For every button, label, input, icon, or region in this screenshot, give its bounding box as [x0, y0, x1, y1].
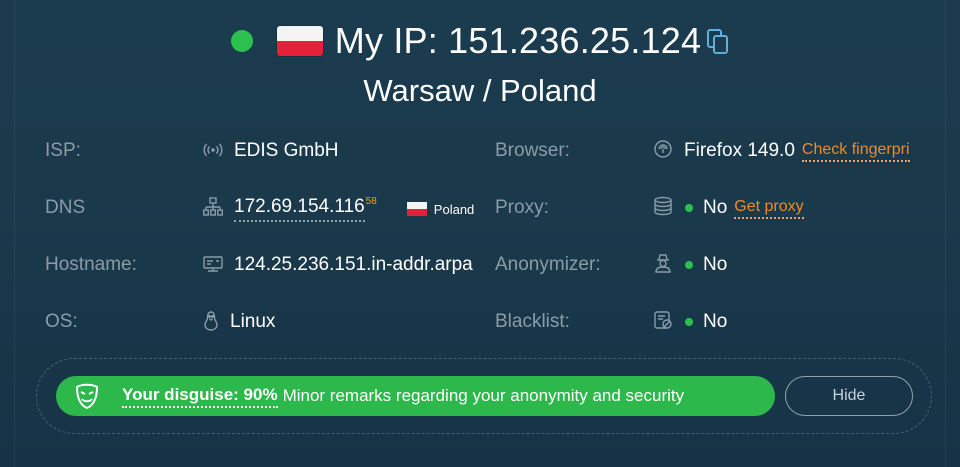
ip-title: My IP: 151.236.25.124	[334, 20, 702, 61]
hostname-label: Hostname:	[45, 254, 137, 275]
online-status-dot	[230, 30, 253, 52]
browser-value: Firefox 149.0	[684, 140, 795, 161]
fingerprint-icon	[652, 138, 674, 160]
server-icon	[202, 253, 224, 275]
os-label: OS:	[45, 311, 78, 332]
proxy-status-dot	[685, 204, 693, 212]
poland-flag-icon	[276, 26, 323, 56]
dns-value[interactable]: 172.69.154.116	[234, 196, 365, 222]
signal-icon	[202, 139, 224, 161]
disguise-bar: Your disguise: 90% Minor remarks regardi…	[56, 376, 775, 416]
blacklist-label: Blacklist:	[495, 311, 570, 332]
disguise-score[interactable]: Your disguise: 90%	[122, 385, 278, 408]
dns-count-badge: 58	[365, 195, 377, 207]
dns-poland-flag-icon	[406, 202, 427, 216]
disguise-message: Minor remarks regarding your anonymity a…	[282, 386, 685, 405]
dns-label: DNS	[45, 197, 86, 218]
hostname-value: 124.25.236.151.in-addr.arpa	[234, 254, 473, 275]
isp-value: EDIS GmbH	[234, 140, 339, 161]
anonymizer-value-group: No	[685, 254, 727, 276]
ip-header: My IP: 151.236.25.124	[0, 20, 960, 62]
blacklist-value-group: No	[685, 311, 727, 333]
hide-button[interactable]: Hide	[785, 376, 913, 416]
network-icon	[202, 196, 224, 218]
proxy-value-group: No Get proxy	[685, 197, 804, 219]
mask-icon	[72, 381, 102, 411]
linux-icon	[200, 310, 222, 332]
check-fingerprint-link[interactable]: Check fingerpri	[801, 141, 910, 162]
spy-icon	[652, 252, 674, 274]
anonymizer-status-dot	[685, 261, 693, 269]
database-icon	[652, 195, 674, 217]
browser-value-group: Firefox 149.0 Check fingerpri	[684, 140, 910, 162]
copy-icon[interactable]	[707, 28, 729, 60]
isp-label: ISP:	[45, 140, 81, 161]
anonymizer-value: No	[703, 254, 728, 275]
os-value: Linux	[230, 311, 276, 332]
get-proxy-link[interactable]: Get proxy	[734, 198, 804, 219]
blacklist-status-dot	[685, 318, 693, 326]
proxy-label: Proxy:	[495, 197, 549, 218]
location-title: Warsaw / Poland	[363, 73, 597, 108]
dns-value-group: 172.69.154.116 58 Poland	[234, 196, 474, 222]
blacklist-icon	[652, 309, 674, 331]
proxy-value: No	[703, 197, 728, 218]
anonymizer-label: Anonymizer:	[495, 254, 601, 275]
browser-label: Browser:	[495, 140, 570, 161]
dns-country: Poland	[433, 201, 475, 217]
blacklist-value: No	[703, 311, 728, 332]
